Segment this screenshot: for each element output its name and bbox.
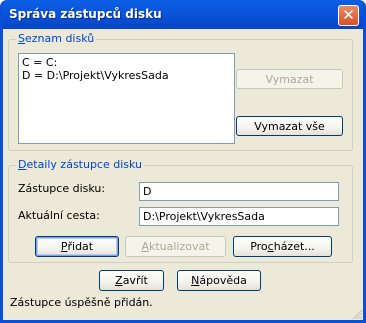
resize-grip-icon[interactable] <box>351 308 362 319</box>
window-title: Správa zástupců disku <box>9 7 162 21</box>
title-bar[interactable]: Správa zástupců disku ✕ <box>3 0 363 29</box>
drive-alias-field[interactable]: D <box>139 182 339 201</box>
update-button[interactable]: Aktualizovat <box>125 236 226 257</box>
list-item-drive-d[interactable]: D = D:\Projekt\VykresSada <box>22 69 231 82</box>
drive-details-group-label: Detaily zástupce disku <box>16 158 145 171</box>
list-item-drive-c[interactable]: C = C: <box>22 56 231 69</box>
close-window-button[interactable]: ✕ <box>338 5 359 26</box>
dialog-client-area: Seznam disků C = C: D = D:\Projekt\Vykre… <box>3 29 363 320</box>
close-button[interactable]: Zavřít <box>99 270 164 291</box>
drive-list[interactable]: C = C: D = D:\Projekt\VykresSada <box>18 53 235 144</box>
current-path-label: Aktuální cesta: <box>18 209 100 222</box>
close-icon: ✕ <box>342 6 355 24</box>
browse-button[interactable]: Pro c házet... <box>233 236 332 257</box>
status-message: Zástupce úspěšně přidán. <box>10 296 153 309</box>
dialog-window: Správa zástupců disku ✕ Seznam disků C =… <box>0 0 366 323</box>
help-button[interactable]: Nápověda <box>177 270 261 291</box>
drive-alias-label: Zástupce disku: <box>18 182 106 195</box>
delete-button[interactable]: Vymazat <box>236 69 343 89</box>
add-button[interactable]: Přidat <box>35 236 119 257</box>
current-path-field[interactable]: D:\Projekt\VykresSada <box>139 207 339 226</box>
delete-all-button[interactable]: Vymazat vše <box>236 116 343 136</box>
drive-list-group-label: Seznam disků <box>16 32 97 45</box>
